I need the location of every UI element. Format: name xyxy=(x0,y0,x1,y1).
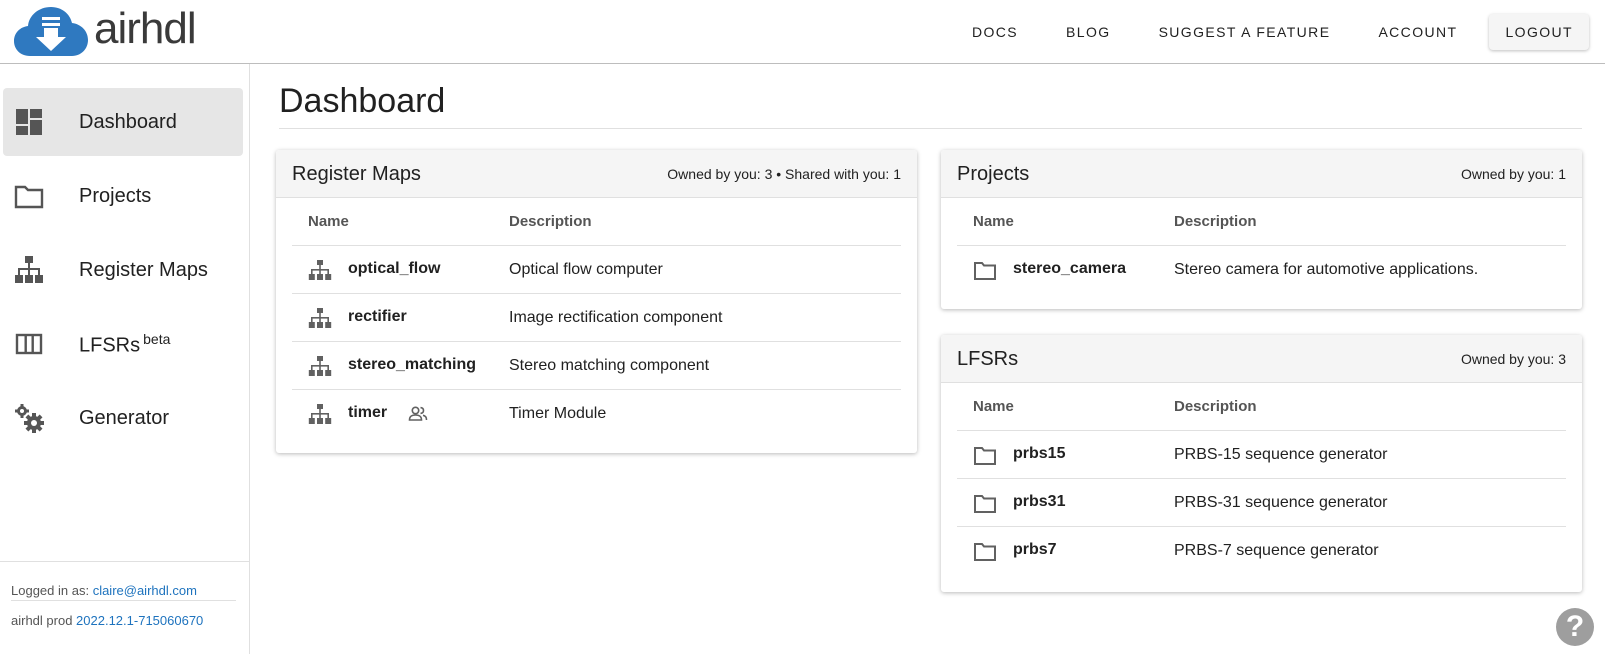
card-title: Register Maps xyxy=(292,163,421,185)
lfsr-description: PRBS-31 sequence generator xyxy=(1174,494,1388,511)
gears-icon xyxy=(15,404,44,433)
lfsrs-table: Name Description prbs15 PRBS-15 sequence… xyxy=(957,383,1566,575)
hierarchy-icon xyxy=(308,260,332,280)
env-label: airhdl prod xyxy=(11,613,77,628)
sidebar-item-label: Dashboard xyxy=(79,110,177,133)
folder-icon xyxy=(974,495,996,513)
brand-logo[interactable]: airhdl xyxy=(14,4,197,58)
column-header-description: Description xyxy=(1174,213,1257,230)
help-button[interactable]: ? xyxy=(1556,608,1594,646)
page-title: Dashboard xyxy=(279,82,446,120)
sidebar-item-label: Generator xyxy=(79,406,170,429)
folder-icon xyxy=(14,185,44,209)
lfsrs-label-text: LFSRs xyxy=(79,334,141,357)
project-description: Stereo camera for automotive application… xyxy=(1174,261,1479,278)
lfsr-name[interactable]: prbs31 xyxy=(1013,493,1065,511)
sidebar-item-projects[interactable]: Projects xyxy=(3,162,243,230)
logged-in-label: Logged in as: xyxy=(11,583,93,598)
sidebar-item-dashboard[interactable]: Dashboard xyxy=(3,88,243,156)
lfsrs-card: LFSRs Owned by you: 3 Name Description p… xyxy=(941,335,1582,592)
card-ownership-summary: Owned by you: 1 xyxy=(1460,166,1566,182)
card-title: Projects xyxy=(957,163,1030,185)
folder-icon xyxy=(974,262,996,280)
card-header: Register Maps Owned by you: 3 • Shared w… xyxy=(276,150,917,198)
lfsr-name[interactable]: prbs7 xyxy=(1013,541,1057,559)
columns-icon xyxy=(15,333,43,355)
logout-button[interactable]: LOGOUT xyxy=(1489,14,1589,50)
logged-in-info: Logged in as: claire@airhdl.com xyxy=(11,562,236,600)
register-map-description: Stereo matching component xyxy=(509,357,710,374)
sidebar-item-label: Projects xyxy=(79,184,152,207)
register-maps-card: Register Maps Owned by you: 3 • Shared w… xyxy=(276,150,917,453)
register-map-name[interactable]: optical_flow xyxy=(348,260,440,278)
register-map-description: Image rectification component xyxy=(509,309,723,326)
hierarchy-icon xyxy=(308,404,332,424)
table-row[interactable]: prbs31 PRBS-31 sequence generator xyxy=(957,479,1566,527)
top-navigation: DOCS BLOG SUGGEST A FEATURE ACCOUNT LOGO… xyxy=(948,14,1589,50)
blog-link[interactable]: BLOG xyxy=(1042,14,1135,50)
hierarchy-icon xyxy=(308,356,332,376)
version-link[interactable]: 2022.12.1-715060670 xyxy=(76,613,203,628)
card-ownership-summary: Owned by you: 3 xyxy=(1460,351,1566,367)
user-email-link[interactable]: claire@airhdl.com xyxy=(93,583,197,598)
hierarchy-icon xyxy=(15,256,43,283)
projects-card: Projects Owned by you: 1 Name Descriptio… xyxy=(941,150,1582,309)
sidebar-item-generator[interactable]: Generator xyxy=(3,384,243,452)
dashboard-icon xyxy=(16,109,42,135)
beta-badge: beta xyxy=(143,330,171,347)
register-map-description: Timer Module xyxy=(509,405,607,422)
register-map-name[interactable]: rectifier xyxy=(348,308,407,326)
sidebar: Dashboard Projects Register Maps LFSRs be… xyxy=(0,64,250,654)
brand-name: airhdl xyxy=(94,4,197,53)
project-name[interactable]: stereo_camera xyxy=(1013,260,1126,278)
table-row[interactable]: rectifier Image rectification component xyxy=(292,294,901,342)
card-header: Projects Owned by you: 1 xyxy=(941,150,1582,198)
table-header: Name Description xyxy=(957,198,1566,246)
lfsr-description: PRBS-15 sequence generator xyxy=(1174,446,1388,463)
docs-link[interactable]: DOCS xyxy=(948,14,1042,50)
column-header-name: Name xyxy=(973,213,1014,230)
table-row[interactable]: stereo_camera Stereo camera for automoti… xyxy=(957,246,1566,294)
sidebar-item-register-maps[interactable]: Register Maps xyxy=(3,236,243,304)
lfsr-description: PRBS-7 sequence generator xyxy=(1174,542,1379,559)
register-map-description: Optical flow computer xyxy=(509,261,663,278)
folder-icon xyxy=(974,447,996,465)
hierarchy-icon xyxy=(308,308,332,328)
table-header: Name Description xyxy=(292,198,901,246)
column-header-description: Description xyxy=(1174,398,1257,415)
card-ownership-summary: Owned by you: 3 • Shared with you: 1 xyxy=(667,166,901,182)
folder-icon xyxy=(974,543,996,561)
suggest-feature-link[interactable]: SUGGEST A FEATURE xyxy=(1135,14,1355,50)
title-divider xyxy=(279,128,1582,129)
shared-people-icon xyxy=(408,406,428,421)
register-maps-table: Name Description optical_flow Optical fl… xyxy=(292,198,901,438)
top-app-bar: airhdl DOCS BLOG SUGGEST A FEATURE ACCOU… xyxy=(0,0,1605,64)
account-link[interactable]: ACCOUNT xyxy=(1354,14,1481,50)
sidebar-item-label: LFSRs beta xyxy=(79,331,170,358)
column-header-name: Name xyxy=(308,213,349,230)
cloud-download-icon xyxy=(14,7,88,56)
table-row[interactable]: timer Timer Module xyxy=(292,390,901,438)
version-info: airhdl prod 2022.12.1-715060670 xyxy=(11,600,236,640)
sidebar-footer: Logged in as: claire@airhdl.com airhdl p… xyxy=(0,561,250,640)
card-header: LFSRs Owned by you: 3 xyxy=(941,335,1582,383)
column-header-description: Description xyxy=(509,213,592,230)
sidebar-item-lfsrs[interactable]: LFSRs beta xyxy=(3,310,243,378)
register-map-name[interactable]: timer xyxy=(348,404,387,422)
table-header: Name Description xyxy=(957,383,1566,431)
sidebar-item-label: Register Maps xyxy=(79,258,208,281)
register-map-name[interactable]: stereo_matching xyxy=(348,356,476,374)
table-row[interactable]: stereo_matching Stereo matching componen… xyxy=(292,342,901,390)
table-row[interactable]: optical_flow Optical flow computer xyxy=(292,246,901,294)
column-header-name: Name xyxy=(973,398,1014,415)
projects-table: Name Description stereo_camera Stereo ca… xyxy=(957,198,1566,294)
lfsr-name[interactable]: prbs15 xyxy=(1013,445,1065,463)
table-row[interactable]: prbs15 PRBS-15 sequence generator xyxy=(957,431,1566,479)
card-title: LFSRs xyxy=(957,348,1019,370)
table-row[interactable]: prbs7 PRBS-7 sequence generator xyxy=(957,527,1566,575)
